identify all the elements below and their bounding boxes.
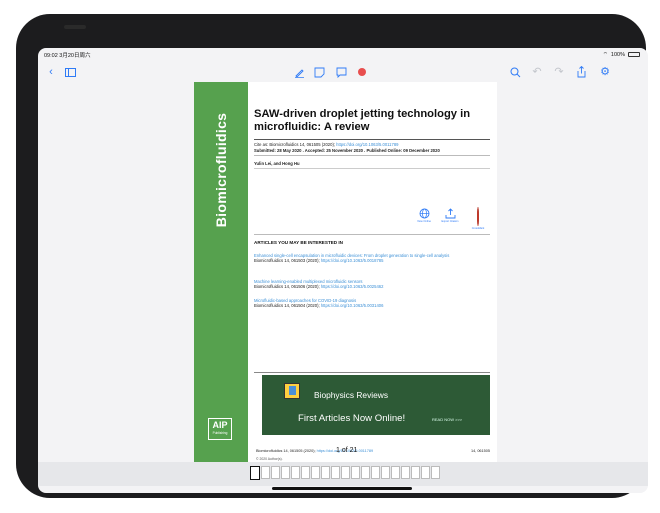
globe-icon [419, 208, 430, 219]
divider [254, 168, 490, 169]
export-citation-button[interactable]: Export Citation [440, 208, 460, 223]
page-footer: Biomicrofluidics 14, 061505 (2020); http… [256, 447, 490, 461]
thumbnail-list [250, 466, 440, 480]
page-thumbnail[interactable] [311, 466, 320, 479]
article-title: SAW-driven droplet jetting technology in… [254, 108, 471, 133]
thumbnail-strip [38, 462, 648, 486]
page-thumbnail[interactable] [271, 466, 280, 479]
hardware-button [64, 25, 86, 29]
pen-icon[interactable] [292, 65, 306, 79]
journal-name: Biomicrofluidics [213, 112, 229, 228]
toolbar: ‹ ↶ ↷ ⚙ [38, 62, 648, 82]
page-thumbnail[interactable] [301, 466, 310, 479]
page-thumbnail[interactable] [351, 466, 360, 479]
journal-spine: Biomicrofluidics AIP Publishing [194, 82, 248, 462]
citation-line: Cite as: Biomicrofluidics 14, 061505 (20… [254, 142, 399, 147]
divider [254, 372, 490, 373]
banner-subtitle: First Articles Now Online! [298, 413, 406, 424]
citation-doi-link[interactable]: https://doi.org/10.1063/5.0011789 [336, 142, 398, 147]
page-thumbnail[interactable] [371, 466, 380, 479]
divider [254, 139, 490, 140]
wifi-icon: ⌔ [602, 52, 608, 58]
battery-icon [628, 52, 640, 57]
authors-line: Yulin Lei, and Hong Hu [254, 161, 300, 166]
crossmark-button[interactable]: CrossMark [468, 207, 488, 230]
ad-banner[interactable]: Biophysics Reviews First Articles Now On… [262, 375, 490, 435]
pdf-page: Biomicrofluidics AIP Publishing SAW-driv… [194, 82, 497, 462]
page-thumbnail[interactable] [401, 466, 410, 479]
volume-number: 14, 061505 [470, 449, 490, 453]
page-thumbnail[interactable] [250, 466, 260, 480]
related-article[interactable]: Enhanced single-cell encapsulation in mi… [254, 253, 490, 263]
undo-icon[interactable]: ↶ [530, 65, 544, 79]
page-thumbnail[interactable] [341, 466, 350, 479]
divider [254, 234, 490, 235]
page-thumbnail[interactable] [321, 466, 330, 479]
search-icon[interactable] [508, 65, 522, 79]
status-time: 09:02 3月20日周六 [44, 53, 91, 59]
view-online-button[interactable]: View Online [414, 208, 434, 223]
screen: 09:02 3月20日周六 ⌔ 100% ‹ ↶ ↷ ⚙ Biomicroflu… [38, 48, 648, 493]
page-thumbnail[interactable] [421, 466, 430, 479]
banner-cta[interactable]: READ NOW >>> [432, 417, 462, 422]
status-right: ⌔ 100% [603, 51, 640, 58]
crossmark-icon [477, 207, 479, 226]
share-icon[interactable] [574, 65, 588, 79]
ipad-frame: 09:02 3月20日周六 ⌔ 100% ‹ ↶ ↷ ⚙ Biomicroflu… [16, 14, 648, 498]
related-article[interactable]: Microfluidic-based approaches for COVID-… [254, 298, 490, 308]
journal-cover-icon [284, 383, 300, 399]
status-bar: 09:02 3月20日周六 ⌔ 100% [38, 48, 648, 60]
comment-icon[interactable] [334, 65, 348, 79]
chevron-left-icon[interactable]: ‹ [44, 65, 58, 79]
dates-line: Submitted: 28 May 2020 . Accepted: 25 No… [254, 148, 440, 153]
note-icon[interactable] [312, 65, 326, 79]
page-thumbnail[interactable] [381, 466, 390, 479]
page-thumbnail[interactable] [261, 466, 270, 479]
related-article[interactable]: Machine learning-enabled multiplexed mic… [254, 279, 490, 289]
record-icon[interactable] [355, 65, 369, 79]
page-thumbnail[interactable] [361, 466, 370, 479]
page-thumbnail[interactable] [331, 466, 340, 479]
page-thumbnail[interactable] [431, 466, 440, 479]
battery-percent: 100% [610, 51, 625, 58]
redo-icon[interactable]: ↷ [552, 65, 566, 79]
related-heading: ARTICLES YOU MAY BE INTERESTED IN [254, 240, 343, 245]
settings-icon[interactable]: ⚙ [598, 65, 612, 79]
copyright: © 2020 Author(s). [256, 457, 283, 461]
divider [254, 155, 490, 156]
banner-title: Biophysics Reviews [314, 390, 389, 400]
page-indicator: 1 of 21 [336, 447, 358, 454]
aip-logo: AIP Publishing [208, 418, 232, 440]
page-thumbnail[interactable] [391, 466, 400, 479]
page-thumbnail[interactable] [291, 466, 300, 479]
page-thumbnail[interactable] [281, 466, 290, 479]
sidebar-icon[interactable] [63, 65, 77, 79]
home-indicator[interactable] [272, 487, 412, 490]
page-thumbnail[interactable] [411, 466, 420, 479]
export-icon [445, 208, 456, 219]
